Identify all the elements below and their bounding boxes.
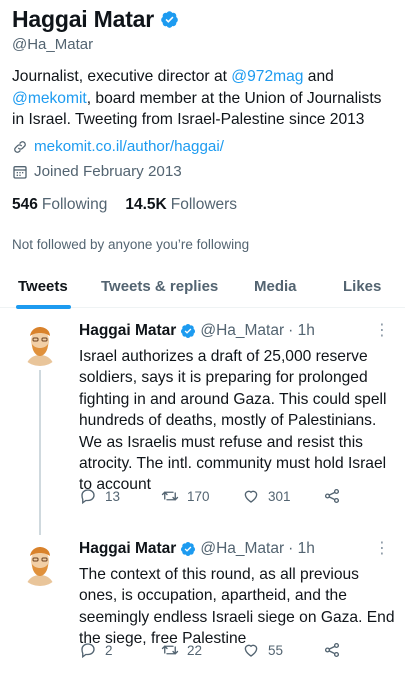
retweet-count: 22 xyxy=(187,642,203,658)
retweet-icon xyxy=(161,645,179,655)
followers-label: Followers xyxy=(170,196,238,213)
followers-count: 14.5K xyxy=(125,196,167,213)
like-button[interactable]: 55 xyxy=(242,641,283,659)
profile-name-row: Haggai Matar xyxy=(12,6,179,33)
verified-badge-icon xyxy=(181,542,196,556)
tab-tweets-replies[interactable]: Tweets & replies xyxy=(101,278,218,295)
tweet-timestamp[interactable]: · 1h xyxy=(288,322,315,340)
reply-icon xyxy=(81,489,95,505)
followers-link[interactable]: 14.5K Followers xyxy=(125,196,237,214)
verified-badge-icon xyxy=(161,11,178,28)
profile-display-name: Haggai Matar xyxy=(12,6,155,32)
reply-icon xyxy=(81,643,95,659)
tweet-timestamp[interactable]: · 1h xyxy=(288,540,315,558)
tweet-text: Israel authorizes a draft of 25,000 rese… xyxy=(79,348,387,494)
retweet-icon xyxy=(161,491,179,501)
avatar-illustration xyxy=(18,322,62,366)
tab-likes[interactable]: Likes xyxy=(343,278,381,295)
profile-handle: @Ha_Matar xyxy=(12,36,94,53)
profile-bio: Journalist, executive director at @972ma… xyxy=(12,66,397,131)
following-label: Following xyxy=(41,196,108,213)
avatar[interactable] xyxy=(18,542,62,586)
share-button[interactable] xyxy=(323,487,341,505)
avatar[interactable] xyxy=(18,322,62,366)
heart-icon xyxy=(244,644,258,657)
bio-text: and xyxy=(303,68,334,85)
more-icon[interactable]: ⋮ xyxy=(374,538,390,558)
tweet-header: Haggai Matar @Ha_Matar · 1h xyxy=(79,540,315,558)
heart-icon xyxy=(244,490,258,503)
retweet-button[interactable]: 22 xyxy=(161,641,202,659)
tab-media[interactable]: Media xyxy=(254,278,297,295)
profile-tabs: Tweets Tweets & replies Media Likes xyxy=(0,268,405,309)
retweet-count: 170 xyxy=(187,488,210,504)
share-icon xyxy=(324,642,340,658)
verified-badge-icon xyxy=(181,324,196,338)
tweet-author-handle[interactable]: @Ha_Matar xyxy=(200,540,284,558)
tweet-author-name[interactable]: Haggai Matar xyxy=(79,540,176,558)
not-followed-note: Not followed by anyone you’re following xyxy=(12,237,250,252)
joined-date: Joined February 2013 xyxy=(34,163,182,180)
reply-button[interactable]: 2 xyxy=(79,641,113,659)
website-link[interactable]: mekomit.co.il/author/haggai/ xyxy=(34,138,224,155)
link-icon xyxy=(14,140,26,153)
active-tab-indicator xyxy=(16,305,71,309)
reply-count: 2 xyxy=(105,642,113,658)
retweet-button[interactable]: 170 xyxy=(161,487,210,505)
share-button[interactable] xyxy=(323,641,341,659)
reply-count: 13 xyxy=(105,488,121,504)
follow-stats: 546 Following 14.5K Followers xyxy=(12,196,237,214)
tweet[interactable]: Haggai Matar @Ha_Matar · 1h ⋮ The contex… xyxy=(0,530,405,680)
profile-joined: Joined February 2013 xyxy=(12,163,182,180)
tweet-header: Haggai Matar @Ha_Matar · 1h xyxy=(79,322,315,340)
following-count: 546 xyxy=(12,196,38,213)
bio-text: Journalist, executive director at xyxy=(12,68,232,85)
calendar-icon xyxy=(13,165,27,179)
tweet[interactable]: Haggai Matar @Ha_Matar · 1h ⋮ Israel aut… xyxy=(0,310,405,535)
mention-link[interactable]: @972mag xyxy=(231,68,303,85)
more-icon[interactable]: ⋮ xyxy=(374,320,390,340)
like-count: 55 xyxy=(268,642,284,658)
reply-button[interactable]: 13 xyxy=(79,487,120,505)
tweet-author-name[interactable]: Haggai Matar xyxy=(79,322,176,340)
tweet-author-handle[interactable]: @Ha_Matar xyxy=(200,322,284,340)
following-link[interactable]: 546 Following xyxy=(12,196,107,214)
like-button[interactable]: 301 xyxy=(242,487,291,505)
tab-tweets[interactable]: Tweets xyxy=(18,278,68,295)
profile-website[interactable]: mekomit.co.il/author/haggai/ xyxy=(12,138,224,155)
like-count: 301 xyxy=(268,488,291,504)
thread-connector xyxy=(39,370,41,535)
avatar-illustration xyxy=(18,542,62,586)
mention-link[interactable]: @mekomit xyxy=(12,90,87,107)
tweet-text: The context of this round, as all previo… xyxy=(79,566,395,648)
share-icon xyxy=(324,488,340,504)
